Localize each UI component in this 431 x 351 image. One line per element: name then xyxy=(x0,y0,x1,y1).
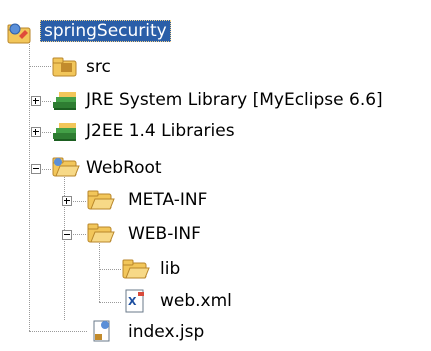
tree-item-label: web.xml xyxy=(160,291,232,311)
xml-file-icon: X xyxy=(125,289,144,313)
tree-item-springsecurity[interactable]: springSecurity xyxy=(0,20,431,50)
jsp-file-icon xyxy=(93,320,110,342)
library-icon xyxy=(53,92,76,110)
folder-icon xyxy=(87,190,115,210)
tree-item-label: lib xyxy=(160,259,181,279)
tree-item-label: index.jsp xyxy=(128,322,205,342)
project-label[interactable]: springSecurity xyxy=(40,20,171,42)
tree-item-j2ee-library[interactable]: J2EE 1.4 Libraries xyxy=(0,118,431,148)
folder-icon xyxy=(122,259,150,279)
tree-item-web-inf[interactable]: WEB-INF xyxy=(0,220,431,250)
tree-item-src[interactable]: src xyxy=(0,54,431,84)
package-explorer-tree: springSecurity src JRE System Library [M… xyxy=(0,0,431,351)
tree-item-web-xml[interactable]: X web.xml xyxy=(0,288,431,318)
java-project-icon xyxy=(7,23,31,44)
tree-item-label: JRE System Library [MyEclipse 6.6] xyxy=(86,90,383,110)
tree-item-label: src xyxy=(86,57,111,77)
tree-item-label: WEB-INF xyxy=(128,224,201,244)
tree-item-label: WebRoot xyxy=(86,158,162,178)
tree-item-webroot[interactable]: WebRoot xyxy=(0,154,431,184)
expand-toggle[interactable] xyxy=(31,127,41,137)
library-icon xyxy=(53,123,76,141)
tree-item-lib[interactable]: lib xyxy=(0,256,431,286)
source-folder-icon xyxy=(52,57,77,77)
tree-item-meta-inf[interactable]: META-INF xyxy=(0,187,431,217)
tree-item-jre-library[interactable]: JRE System Library [MyEclipse 6.6] xyxy=(0,87,431,117)
folder-icon xyxy=(87,223,115,243)
expand-toggle[interactable] xyxy=(62,196,72,206)
web-folder-icon xyxy=(52,157,80,177)
collapse-toggle[interactable] xyxy=(31,164,41,174)
tree-item-index-jsp[interactable]: index.jsp xyxy=(0,318,431,348)
svg-text:X: X xyxy=(128,295,137,308)
collapse-toggle[interactable] xyxy=(62,230,72,240)
tree-item-label: META-INF xyxy=(128,190,208,210)
tree-item-label: J2EE 1.4 Libraries xyxy=(86,121,235,141)
expand-toggle[interactable] xyxy=(31,96,41,106)
